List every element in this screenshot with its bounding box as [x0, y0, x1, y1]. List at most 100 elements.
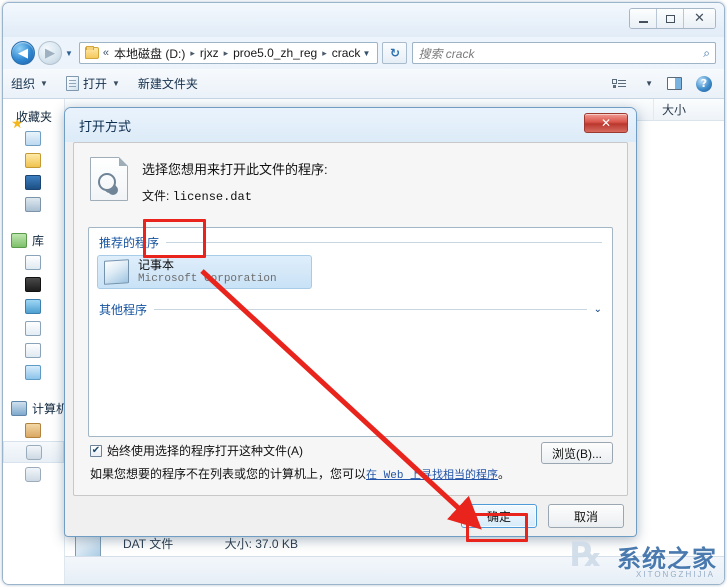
maximize-button[interactable] — [657, 9, 684, 28]
dialog-header: 选择您想用来打开此文件的程序: 文件: license.dat — [74, 143, 627, 208]
ok-label: 确定 — [486, 509, 511, 524]
preview-pane-icon[interactable] — [667, 77, 682, 90]
dialog-body: 选择您想用来打开此文件的程序: 文件: license.dat 推荐的程序 记事… — [73, 142, 628, 496]
music-icon — [25, 364, 41, 380]
dialog-title-bar: 打开方式 — [65, 108, 636, 142]
always-use-label: 始终使用选择的程序打开这种文件(A) — [107, 444, 303, 458]
chevron-down-icon: ▼ — [40, 79, 48, 88]
program-list[interactable]: 推荐的程序 记事本 Microsoft Corporation 其他程序 ⌄ — [88, 227, 613, 437]
organize-label: 组织 — [11, 77, 36, 91]
chevron-down-icon[interactable]: ⌄ — [594, 304, 602, 315]
open-button[interactable]: 打开 ▼ — [65, 75, 120, 92]
history-dropdown-icon[interactable]: ▼ — [65, 49, 73, 58]
open-with-dialog: 打开方式 ✕ 选择您想用来打开此文件的程序: 文件: license.dat 推… — [64, 107, 637, 537]
browse-button[interactable]: 浏览(B)... — [541, 442, 613, 464]
sidebar-item-local-disk-d[interactable] — [3, 441, 64, 463]
back-button[interactable]: ◀ — [11, 41, 35, 65]
close-icon: ✕ — [600, 116, 612, 130]
sidebar-group-computer[interactable]: 计算机 — [3, 397, 64, 419]
window-title-bar: ✕ — [3, 3, 724, 37]
browse-label: 浏览(B)... — [552, 446, 602, 461]
breadcrumb-separator-icon: ▸ — [223, 47, 229, 58]
ok-button[interactable]: 确定 — [461, 504, 537, 528]
always-use-checkbox-row[interactable]: ✔ 始终使用选择的程序打开这种文件(A) — [90, 442, 303, 459]
new-folder-button[interactable]: 新建文件夹 — [138, 75, 198, 92]
sidebar-item-local-disk-e[interactable] — [3, 463, 64, 485]
breadcrumb-item-rjxz[interactable]: rjxz — [200, 46, 219, 60]
column-header-size[interactable]: 大小 — [654, 99, 724, 120]
sidebar-group-libraries[interactable]: 库 — [3, 229, 64, 251]
sidebar-item-copies[interactable] — [3, 339, 64, 361]
web-search-link[interactable]: 在 Web 上寻找相当的程序 — [366, 470, 498, 482]
sidebar-item-text[interactable] — [3, 317, 64, 339]
search-box[interactable]: 搜索 crack ⌕ — [412, 42, 717, 64]
sidebar-item-documents[interactable] — [3, 251, 64, 273]
recommended-programs-label: 推荐的程序 — [99, 236, 160, 250]
always-use-checkbox[interactable]: ✔ — [90, 444, 102, 457]
notepad-icon — [104, 259, 129, 285]
program-name: 记事本 — [138, 257, 175, 272]
status-bar — [65, 556, 724, 584]
other-programs-label: 其他程序 — [99, 303, 148, 317]
file-search-icon — [90, 157, 128, 201]
close-button[interactable]: ✕ — [684, 9, 715, 28]
minimize-button[interactable] — [630, 9, 657, 28]
breadcrumb[interactable]: « 本地磁盘 (D:) ▸ rjxz ▸ proe5.0_zh_reg ▸ cr… — [78, 42, 379, 64]
file-name: license.dat — [172, 190, 252, 204]
sidebar-item-desktop[interactable] — [3, 171, 64, 193]
desktop-icon — [25, 174, 41, 190]
cancel-button[interactable]: 取消 — [548, 504, 624, 528]
breadcrumb-item-crack[interactable]: crack — [332, 46, 361, 60]
chevron-down-icon: ▼ — [111, 79, 120, 88]
recommended-programs-header: 推荐的程序 — [89, 228, 612, 251]
check-icon: ✔ — [91, 444, 101, 456]
organize-button[interactable]: 组织 ▼ — [11, 75, 48, 92]
sidebar-item-music[interactable] — [3, 361, 64, 383]
breadcrumb-separator-icon: ▸ — [322, 47, 327, 58]
program-vendor: Microsoft Corporation — [138, 272, 277, 285]
breadcrumb-item-drive[interactable]: 本地磁盘 (D:) — [114, 45, 185, 62]
breadcrumb-item-proe[interactable]: proe5.0_zh_reg — [233, 46, 317, 60]
forward-icon: ▶ — [45, 45, 55, 61]
back-icon: ◀ — [18, 45, 28, 61]
file-size: 大小: 37.0 KB — [224, 536, 298, 551]
other-programs-header[interactable]: 其他程序 ⌄ — [89, 295, 612, 318]
command-bar: 组织 ▼ 打开 ▼ 新建文件夹 ▼ ? — [3, 69, 724, 99]
refresh-button[interactable]: ↻ — [382, 42, 408, 64]
sidebar-item-network[interactable] — [3, 193, 64, 215]
sidebar-item-system-drive[interactable] — [3, 419, 64, 441]
text-documents-icon — [25, 320, 41, 336]
folder-icon — [84, 46, 99, 59]
network-icon — [25, 196, 41, 212]
search-input[interactable]: 搜索 crack — [418, 45, 703, 62]
view-options-icon[interactable] — [612, 78, 627, 90]
chevron-down-icon[interactable]: ▼ — [645, 79, 653, 88]
copy-documents-icon — [25, 342, 41, 358]
address-bar-row: ◀ ▶ ▼ « 本地磁盘 (D:) ▸ rjxz ▸ proe5.0_zh_re… — [3, 37, 724, 69]
screenshot-root: ✕ ◀ ▶ ▼ « 本地磁盘 (D:) ▸ rjxz ▸ proe5.0_zh_… — [0, 0, 727, 587]
forward-button[interactable]: ▶ — [38, 41, 62, 65]
help-icon[interactable]: ? — [696, 75, 712, 92]
pictures-icon — [25, 298, 41, 314]
new-folder-label: 新建文件夹 — [137, 77, 198, 91]
note-suffix: 。 — [498, 467, 511, 481]
library-icon — [11, 232, 27, 248]
breadcrumb-overflow-icon[interactable]: « — [103, 47, 109, 59]
dialog-title: 打开方式 — [79, 118, 132, 134]
computer-icon — [11, 400, 27, 416]
sidebar-item-downloads[interactable] — [3, 149, 64, 171]
divider — [166, 242, 602, 243]
dialog-file-row: 文件: license.dat — [142, 187, 328, 204]
breadcrumb-dropdown-icon[interactable]: ▼ — [363, 49, 375, 58]
file-type: DAT 文件 — [123, 536, 174, 551]
sidebar-group-favorites[interactable]: ★ 收藏夹 — [3, 105, 64, 131]
program-item-notepad[interactable]: 记事本 Microsoft Corporation — [97, 255, 312, 289]
sidebar-item-videos[interactable] — [3, 273, 64, 295]
program-item-text: 记事本 Microsoft Corporation — [138, 258, 277, 287]
sidebar-item-pictures[interactable] — [3, 295, 64, 317]
dialog-close-button[interactable]: ✕ — [584, 113, 628, 133]
dialog-prompt: 选择您想用来打开此文件的程序: — [142, 162, 328, 177]
file-details: DAT 文件 大小: 37.0 KB — [123, 535, 346, 552]
